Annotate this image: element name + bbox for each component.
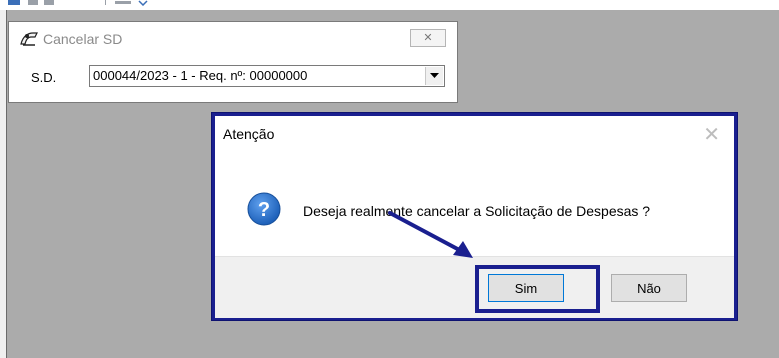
dialog-title: Atenção [223, 126, 275, 142]
cancel-sd-icon [20, 32, 38, 46]
toolbar [0, 0, 779, 10]
svg-text:?: ? [258, 199, 270, 221]
question-icon: ? [247, 192, 281, 226]
dialog-message: Deseja realmente cancelar a Solicitação … [303, 203, 651, 219]
toolbar-icons-2[interactable] [105, 0, 165, 6]
sd-select-value: 000044/2023 - 1 - Req. nº: 00000000 [93, 68, 308, 83]
sd-field-label: S.D. [31, 70, 57, 85]
dialog-button-bar: Sim Não [215, 256, 734, 318]
dialog-close-button[interactable]: ✕ [703, 122, 720, 147]
sd-window-titlebar: Cancelar SD [19, 29, 122, 49]
chevron-down-icon [430, 73, 439, 78]
yes-button[interactable]: Sim [488, 274, 564, 302]
confirm-dialog: Atenção ✕ ? Deseja realmente cancelar a … [212, 113, 737, 320]
no-button[interactable]: Não [611, 274, 687, 302]
cancelar-sd-window: Cancelar SD ✕ S.D. 000044/2023 - 1 - Req… [8, 21, 458, 103]
toolbar-icons[interactable] [8, 0, 68, 6]
sd-dropdown-button[interactable] [425, 67, 443, 85]
sd-select[interactable]: 000044/2023 - 1 - Req. nº: 00000000 [89, 65, 445, 87]
sd-close-button[interactable]: ✕ [410, 29, 446, 47]
sd-window-title: Cancelar SD [43, 31, 123, 47]
